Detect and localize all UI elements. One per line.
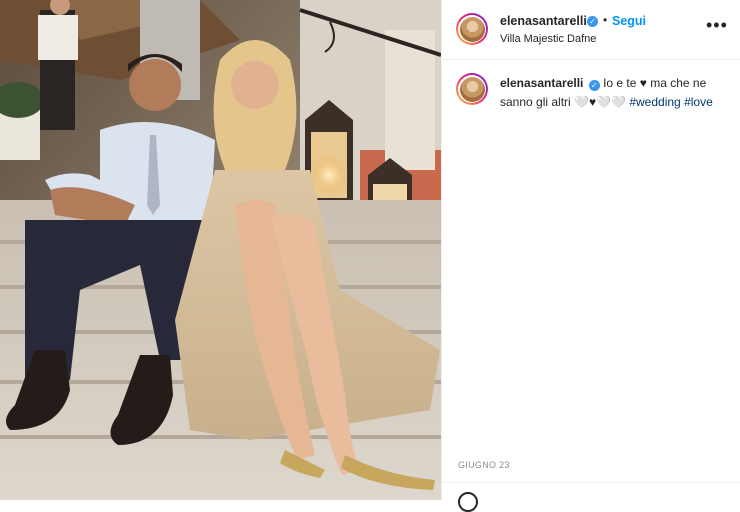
caption-username[interactable]: elenasantarelli xyxy=(500,76,583,90)
location-link[interactable]: Villa Majestic Dafne xyxy=(500,33,596,45)
post-date[interactable]: GIUGNO 23 xyxy=(458,460,510,470)
post-header: elenasantarelli ✓ • Segui Villa Majestic… xyxy=(442,0,740,60)
avatar[interactable] xyxy=(456,13,488,45)
more-horizontal-icon[interactable]: ••• xyxy=(706,16,728,34)
emoji-icon[interactable] xyxy=(458,492,478,512)
verified-badge-icon: ✓ xyxy=(587,16,598,27)
caption-text: elenasantarelli ✓ Io e te ♥ ma che ne sa… xyxy=(500,74,728,112)
caption-avatar[interactable] xyxy=(456,73,488,105)
verified-badge-icon: ✓ xyxy=(588,80,600,91)
follow-button[interactable]: Segui xyxy=(612,14,646,28)
header-username[interactable]: elenasantarelli xyxy=(500,14,587,28)
post-image xyxy=(0,0,441,500)
post-side-panel: elenasantarelli ✓ • Segui Villa Majestic… xyxy=(441,0,740,512)
caption-comment: elenasantarelli ✓ Io e te ♥ ma che ne sa… xyxy=(442,60,740,140)
hashtag-wedding[interactable]: #wedding xyxy=(629,95,680,109)
post-photo[interactable] xyxy=(0,0,441,500)
divider xyxy=(442,482,740,483)
separator-dot: • xyxy=(603,13,608,27)
hashtag-love[interactable]: #love xyxy=(684,95,713,109)
